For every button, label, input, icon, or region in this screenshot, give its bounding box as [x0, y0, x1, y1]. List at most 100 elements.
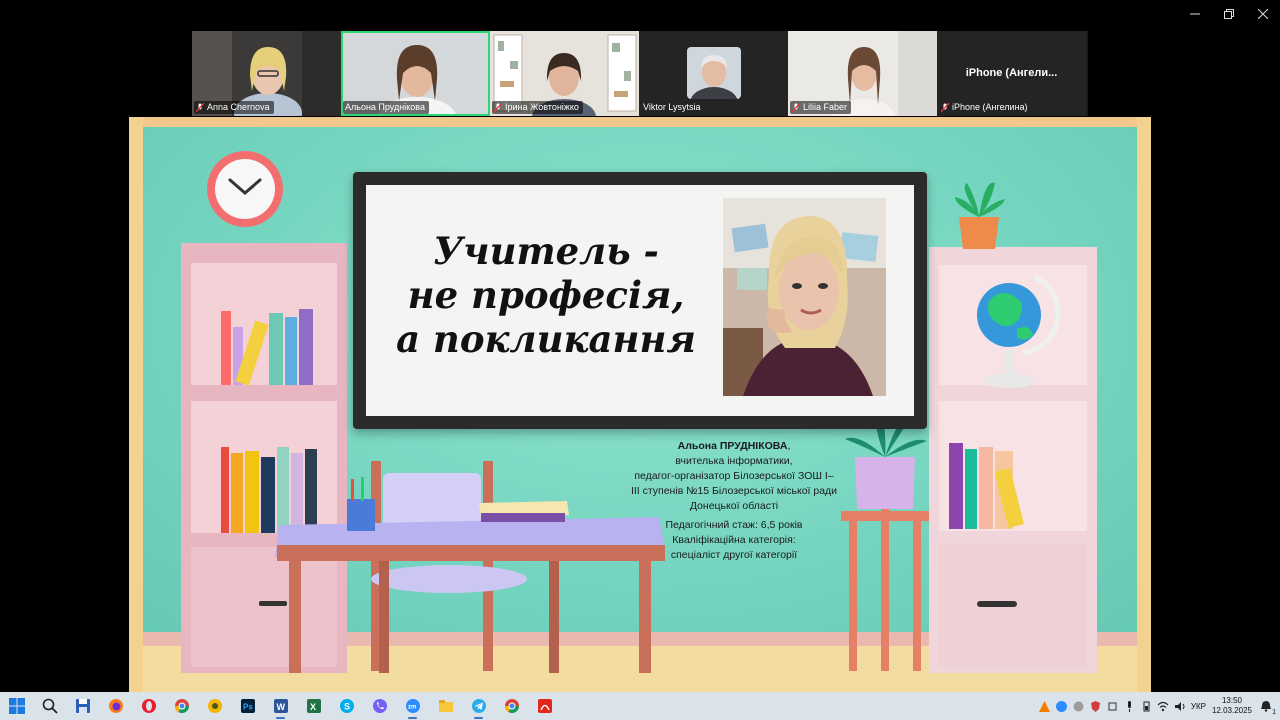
taskbar-app-save[interactable]	[66, 692, 99, 720]
microphone-icon	[1127, 700, 1131, 712]
teacher-category-value: спеціаліст другої категорії	[670, 549, 798, 561]
participant-tile-active-speaker[interactable]: Альона Пруднікова	[341, 31, 490, 116]
shield-icon	[1090, 700, 1100, 712]
wall-clock-icon	[207, 151, 283, 227]
taskbar-app-opera[interactable]	[132, 692, 165, 720]
slide-title-line: не професія,	[407, 273, 685, 317]
slide-board: Учитель - не професія, а покликання	[353, 172, 927, 429]
potted-plant-icon	[955, 182, 1005, 249]
taskbar-clock[interactable]: 13:50 12.03.2025	[1210, 696, 1254, 716]
chrome-icon	[174, 699, 189, 713]
taskbar-app-excel[interactable]: X	[297, 692, 330, 720]
mic-muted-icon	[792, 102, 800, 112]
participant-name: Ірина Жовтоніжко	[505, 102, 579, 112]
teacher-experience: Педагогічний стаж: 6,5 років	[665, 519, 803, 531]
taskbar-app-acrobat[interactable]	[528, 692, 561, 720]
tray-wifi[interactable]	[1157, 700, 1170, 713]
participant-tile[interactable]: Ірина Жовтоніжко	[490, 31, 639, 116]
taskbar-app-file-explorer[interactable]	[429, 692, 462, 720]
minimize-button[interactable]	[1178, 4, 1212, 24]
zoom-icon	[1055, 700, 1067, 712]
svg-text:S: S	[344, 702, 350, 712]
zoom-icon: zm	[405, 699, 420, 713]
teacher-org-line: ІІІ ступенів №15 Білозерської міської ра…	[630, 485, 838, 497]
participant-name-tag: Ірина Жовтоніжко	[492, 101, 583, 114]
clock-time: 13:50	[1221, 696, 1243, 705]
taskbar-search-button[interactable]	[33, 692, 66, 720]
app-icon	[1073, 701, 1084, 711]
tray-zoom[interactable]	[1055, 700, 1068, 713]
participant-display-name: iPhone (Ангели...	[965, 67, 1058, 79]
taskbar-app-firefox[interactable]	[99, 692, 132, 720]
photoshop-icon: Ps	[240, 699, 255, 713]
mic-muted-icon	[941, 102, 949, 112]
teacher-org-line: Донецької області	[689, 500, 779, 512]
taskbar-app-word[interactable]: W	[264, 692, 297, 720]
participant-name-tag: Liliia Faber	[790, 101, 852, 114]
participant-avatar	[687, 47, 741, 99]
notification-bell-icon	[1261, 701, 1271, 712]
taskbar-app-skype[interactable]: S	[330, 692, 363, 720]
participant-tile[interactable]: Viktor Lysytsia	[639, 31, 788, 116]
tray-microphone[interactable]	[1123, 700, 1136, 713]
chrome-variant-icon	[207, 699, 222, 713]
slide-title-line: а покликання	[396, 317, 696, 361]
taskbar-app-chrome-variant[interactable]	[198, 692, 231, 720]
svg-text:W: W	[276, 702, 285, 712]
avast-icon	[1038, 700, 1050, 712]
window-controls	[1178, 4, 1280, 24]
participant-name: Viktor Lysytsia	[643, 102, 701, 112]
svg-text:X: X	[310, 702, 316, 712]
save-icon	[75, 699, 90, 713]
slide-caption: Альона ПРУДНІКОВА, вчителька інформатики…	[609, 439, 859, 563]
skype-icon: S	[339, 699, 354, 713]
telegram-icon	[471, 699, 486, 713]
participant-tile[interactable]: iPhone (Ангели... iPhone (Ангелина)	[937, 31, 1086, 116]
slide-title-line: Учитель -	[433, 229, 659, 273]
participant-name: Liliia Faber	[803, 102, 848, 112]
opera-icon	[141, 699, 156, 713]
tray-avast[interactable]	[1038, 700, 1051, 713]
input-language[interactable]: УКР	[1191, 702, 1206, 711]
mic-muted-icon	[494, 102, 502, 112]
restore-icon	[1224, 9, 1234, 19]
file-explorer-icon	[438, 700, 453, 712]
tray-usb[interactable]	[1106, 700, 1119, 713]
zoom-meeting-window: Anna Chernova Альона Пруднікова Ірина Жо…	[0, 0, 1280, 720]
teacher-name: Альона ПРУДНІКОВА	[677, 440, 788, 452]
wifi-icon	[1157, 701, 1169, 711]
tray-volume[interactable]	[1174, 700, 1187, 713]
tray-app[interactable]	[1072, 700, 1085, 713]
participant-tile[interactable]: Anna Chernova	[192, 31, 341, 116]
participant-tile[interactable]: Liliia Faber	[788, 31, 937, 116]
notification-center[interactable]: 1	[1258, 700, 1276, 716]
start-button[interactable]	[0, 692, 33, 720]
taskbar-app-chrome[interactable]	[165, 692, 198, 720]
taskbar-app-telegram[interactable]	[462, 692, 495, 720]
teacher-org-line: педагог-організатор Білозерської ЗОШ І–	[634, 470, 834, 482]
volume-icon	[1175, 701, 1185, 711]
close-button[interactable]	[1246, 4, 1280, 24]
system-tray: УКР 13:50 12.03.2025 1	[1038, 692, 1280, 720]
teacher-role: вчителька інформатики,	[675, 455, 793, 467]
search-icon	[42, 698, 58, 714]
teacher-category-label: Кваліфікаційна категорія:	[672, 534, 796, 546]
taskbar-app-chrome[interactable]	[495, 692, 528, 720]
minimize-icon	[1190, 13, 1200, 15]
usb-icon	[1108, 702, 1117, 710]
word-icon: W	[273, 699, 288, 713]
tray-antivirus[interactable]	[1089, 700, 1102, 713]
taskbar-app-photoshop[interactable]: Ps	[231, 692, 264, 720]
teacher-photo	[723, 198, 886, 396]
windows-taskbar: Ps W X S zm УКР 13:50 12.03.2025 1	[0, 692, 1280, 720]
svg-text:zm: zm	[408, 705, 416, 711]
taskbar-app-zoom[interactable]: zm	[396, 692, 429, 720]
notification-count: 1	[1272, 708, 1276, 716]
clock-date: 12.03.2025	[1211, 706, 1253, 715]
participant-name: Альона Пруднікова	[345, 102, 425, 112]
restore-button[interactable]	[1212, 4, 1246, 24]
chrome-icon	[504, 699, 519, 713]
tray-battery[interactable]	[1140, 700, 1153, 713]
left-bookshelf	[181, 243, 347, 673]
taskbar-app-viber[interactable]	[363, 692, 396, 720]
